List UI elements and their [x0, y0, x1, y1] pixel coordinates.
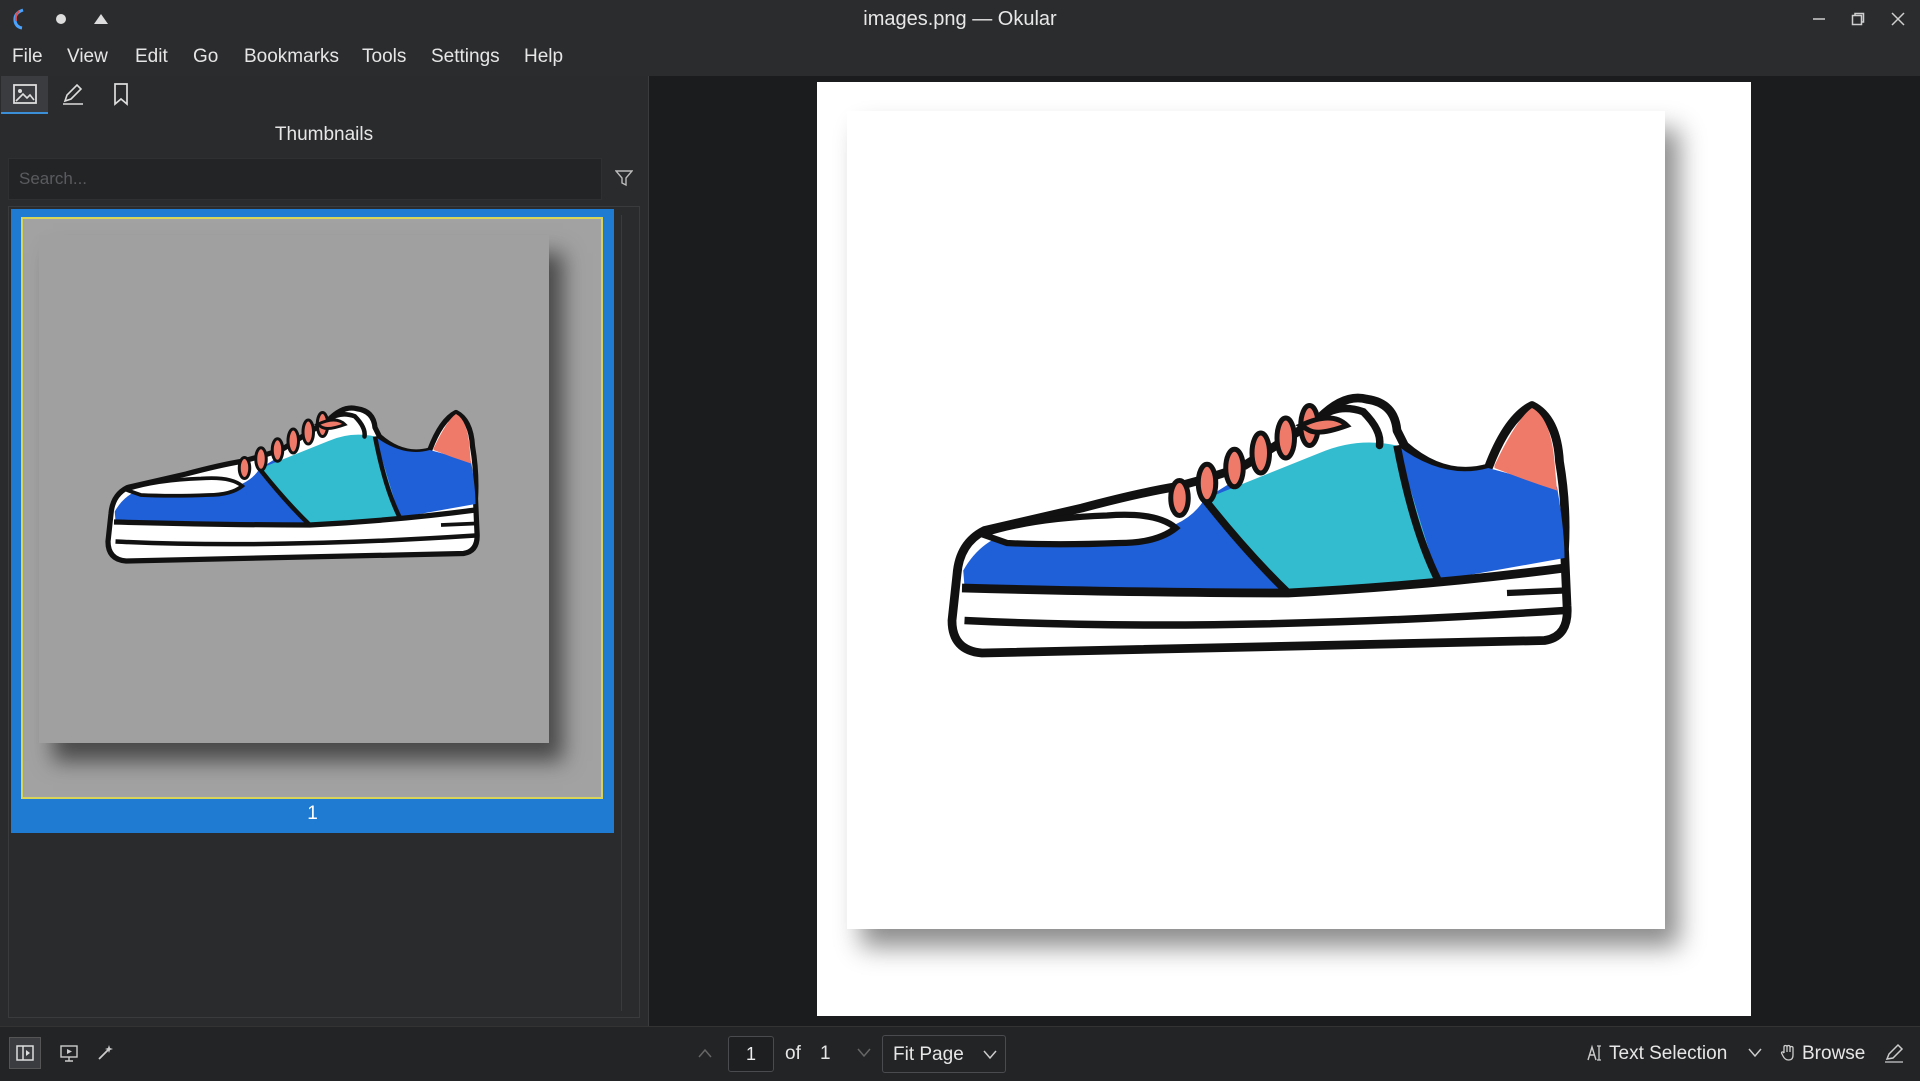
- zoom-value: Fit Page: [893, 1044, 964, 1065]
- page-image: [847, 111, 1665, 929]
- annotate-icon[interactable]: [1882, 1041, 1906, 1065]
- document-page: [817, 82, 1751, 1016]
- menu-tools[interactable]: Tools: [362, 46, 406, 68]
- sidebar: Thumbnails 1: [0, 76, 649, 1026]
- thumbnail-page-preview: [39, 235, 549, 743]
- browse-hand-icon[interactable]: [1778, 1041, 1798, 1065]
- shoe-image: [907, 343, 1607, 718]
- menu-bookmarks[interactable]: Bookmarks: [244, 46, 339, 68]
- thumbnail-scrollbar[interactable]: [621, 215, 634, 1011]
- menu-bar: File View Edit Go Bookmarks Tools Settin…: [0, 38, 1920, 76]
- zoom-select[interactable]: Fit Page: [882, 1035, 1006, 1073]
- window-title: images.png — Okular: [863, 8, 1057, 30]
- presentation-icon[interactable]: [57, 1041, 81, 1065]
- menu-settings[interactable]: Settings: [431, 46, 500, 68]
- magic-icon[interactable]: [93, 1041, 117, 1065]
- page-of-label: of: [785, 1043, 801, 1064]
- text-selection-button[interactable]: Text Selection: [1609, 1043, 1727, 1065]
- menu-file[interactable]: File: [12, 46, 43, 68]
- title-bar: images.png — Okular: [0, 0, 1920, 38]
- menu-help[interactable]: Help: [524, 46, 563, 68]
- page-number-input[interactable]: [728, 1036, 774, 1072]
- annotations-tab-icon[interactable]: [49, 76, 96, 112]
- menu-edit[interactable]: Edit: [135, 46, 168, 68]
- text-select-icon[interactable]: [1585, 1041, 1605, 1065]
- chevron-down-icon: [983, 1050, 997, 1060]
- thumbnail-list[interactable]: 1: [8, 206, 640, 1018]
- minimize-icon[interactable]: [1804, 4, 1834, 34]
- tool-chevron-down-icon[interactable]: [1743, 1041, 1767, 1065]
- sidebar-toggle-icon[interactable]: [9, 1037, 41, 1069]
- next-page-icon[interactable]: [852, 1041, 876, 1065]
- thumbnail-frame: [21, 217, 603, 799]
- thumbnail-item[interactable]: 1: [11, 209, 614, 833]
- document-viewer[interactable]: [649, 76, 1920, 1026]
- panel-title: Thumbnails: [274, 124, 374, 145]
- thumbnails-tab-icon[interactable]: [1, 76, 48, 114]
- bookmarks-tab-icon[interactable]: [97, 76, 144, 112]
- filter-icon[interactable]: [610, 164, 638, 192]
- sidebar-tabs: [0, 76, 648, 114]
- browse-button[interactable]: Browse: [1802, 1043, 1865, 1065]
- status-bar: of 1 Fit Page Text Selection Browse: [0, 1026, 1920, 1081]
- prev-page-icon[interactable]: [693, 1041, 717, 1065]
- thumbnail-label: 1: [307, 803, 318, 824]
- close-icon[interactable]: [1883, 4, 1913, 34]
- search-input[interactable]: [8, 158, 602, 200]
- menu-go[interactable]: Go: [193, 46, 218, 68]
- menu-view[interactable]: View: [67, 46, 108, 68]
- total-pages: 1: [820, 1043, 831, 1064]
- shoe-thumbnail-image: [81, 375, 501, 600]
- maximize-icon[interactable]: [1843, 4, 1873, 34]
